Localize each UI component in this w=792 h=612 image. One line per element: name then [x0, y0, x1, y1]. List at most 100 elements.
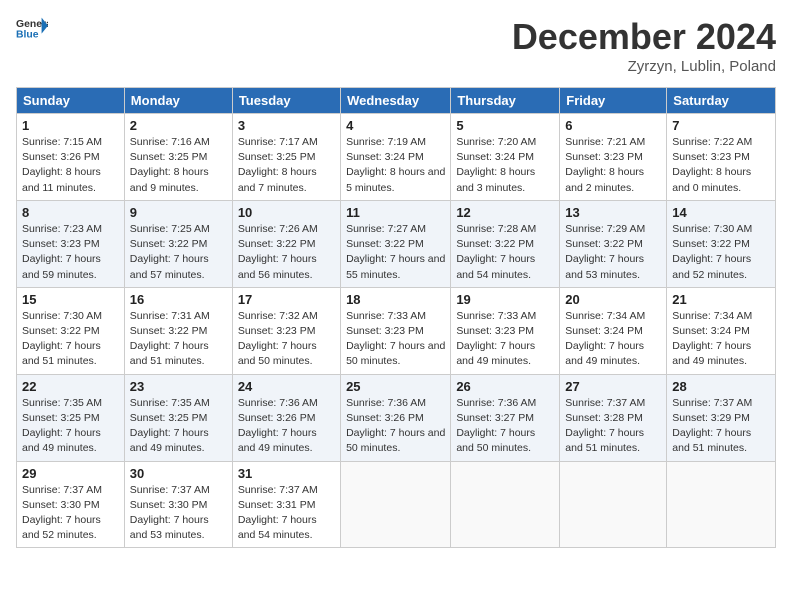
- day-number: 24: [238, 379, 335, 394]
- sunrise-text: Sunrise: 7:33 AM: [346, 310, 426, 322]
- sunrise-text: Sunrise: 7:23 AM: [22, 223, 102, 235]
- day-number: 26: [456, 379, 554, 394]
- sunrise-text: Sunrise: 7:21 AM: [565, 136, 645, 148]
- col-tuesday: Tuesday: [232, 88, 340, 114]
- day-number: 7: [672, 118, 770, 133]
- day-info: Sunrise: 7:25 AM Sunset: 3:22 PM Dayligh…: [130, 222, 227, 283]
- calendar-cell: 31 Sunrise: 7:37 AM Sunset: 3:31 PM Dayl…: [232, 461, 340, 548]
- calendar-cell: 18 Sunrise: 7:33 AM Sunset: 3:23 PM Dayl…: [341, 287, 451, 374]
- day-info: Sunrise: 7:33 AM Sunset: 3:23 PM Dayligh…: [456, 309, 554, 370]
- sunset-text: Sunset: 3:31 PM: [238, 499, 316, 511]
- day-number: 15: [22, 292, 119, 307]
- sunrise-text: Sunrise: 7:36 AM: [238, 397, 318, 409]
- calendar-week-5: 29 Sunrise: 7:37 AM Sunset: 3:30 PM Dayl…: [17, 461, 776, 548]
- sunset-text: Sunset: 3:23 PM: [22, 238, 100, 250]
- sunset-text: Sunset: 3:25 PM: [130, 412, 208, 424]
- daylight-text: Daylight: 7 hours and 57 minutes.: [130, 253, 209, 280]
- daylight-text: Daylight: 7 hours and 59 minutes.: [22, 253, 101, 280]
- sunset-text: Sunset: 3:22 PM: [672, 238, 750, 250]
- daylight-text: Daylight: 7 hours and 54 minutes.: [456, 253, 535, 280]
- daylight-text: Daylight: 8 hours and 2 minutes.: [565, 166, 644, 193]
- day-info: Sunrise: 7:34 AM Sunset: 3:24 PM Dayligh…: [672, 309, 770, 370]
- day-info: Sunrise: 7:17 AM Sunset: 3:25 PM Dayligh…: [238, 135, 335, 196]
- calendar-cell: 20 Sunrise: 7:34 AM Sunset: 3:24 PM Dayl…: [560, 287, 667, 374]
- day-number: 25: [346, 379, 445, 394]
- sunrise-text: Sunrise: 7:27 AM: [346, 223, 426, 235]
- sunrise-text: Sunrise: 7:32 AM: [238, 310, 318, 322]
- calendar-header-row: Sunday Monday Tuesday Wednesday Thursday…: [17, 88, 776, 114]
- daylight-text: Daylight: 7 hours and 51 minutes.: [130, 340, 209, 367]
- col-wednesday: Wednesday: [341, 88, 451, 114]
- sunset-text: Sunset: 3:22 PM: [565, 238, 643, 250]
- calendar-week-2: 8 Sunrise: 7:23 AM Sunset: 3:23 PM Dayli…: [17, 200, 776, 287]
- day-info: Sunrise: 7:27 AM Sunset: 3:22 PM Dayligh…: [346, 222, 445, 283]
- col-friday: Friday: [560, 88, 667, 114]
- day-info: Sunrise: 7:35 AM Sunset: 3:25 PM Dayligh…: [22, 396, 119, 457]
- sunset-text: Sunset: 3:24 PM: [672, 325, 750, 337]
- day-number: 31: [238, 466, 335, 481]
- day-info: Sunrise: 7:36 AM Sunset: 3:27 PM Dayligh…: [456, 396, 554, 457]
- daylight-text: Daylight: 7 hours and 55 minutes.: [346, 253, 445, 280]
- day-info: Sunrise: 7:37 AM Sunset: 3:28 PM Dayligh…: [565, 396, 661, 457]
- daylight-text: Daylight: 7 hours and 49 minutes.: [565, 340, 644, 367]
- daylight-text: Daylight: 7 hours and 50 minutes.: [456, 427, 535, 454]
- calendar-cell: [451, 461, 560, 548]
- day-number: 23: [130, 379, 227, 394]
- sunset-text: Sunset: 3:23 PM: [672, 151, 750, 163]
- day-info: Sunrise: 7:21 AM Sunset: 3:23 PM Dayligh…: [565, 135, 661, 196]
- daylight-text: Daylight: 7 hours and 56 minutes.: [238, 253, 317, 280]
- day-number: 5: [456, 118, 554, 133]
- calendar-week-3: 15 Sunrise: 7:30 AM Sunset: 3:22 PM Dayl…: [17, 287, 776, 374]
- sunset-text: Sunset: 3:24 PM: [456, 151, 534, 163]
- daylight-text: Daylight: 7 hours and 53 minutes.: [130, 514, 209, 541]
- svg-text:Blue: Blue: [16, 30, 39, 41]
- day-info: Sunrise: 7:20 AM Sunset: 3:24 PM Dayligh…: [456, 135, 554, 196]
- sunrise-text: Sunrise: 7:34 AM: [672, 310, 752, 322]
- calendar-cell: 19 Sunrise: 7:33 AM Sunset: 3:23 PM Dayl…: [451, 287, 560, 374]
- day-number: 14: [672, 205, 770, 220]
- calendar-cell: 28 Sunrise: 7:37 AM Sunset: 3:29 PM Dayl…: [667, 374, 776, 461]
- day-info: Sunrise: 7:19 AM Sunset: 3:24 PM Dayligh…: [346, 135, 445, 196]
- daylight-text: Daylight: 8 hours and 9 minutes.: [130, 166, 209, 193]
- col-saturday: Saturday: [667, 88, 776, 114]
- sunrise-text: Sunrise: 7:35 AM: [22, 397, 102, 409]
- sunset-text: Sunset: 3:22 PM: [456, 238, 534, 250]
- day-number: 21: [672, 292, 770, 307]
- col-thursday: Thursday: [451, 88, 560, 114]
- day-number: 9: [130, 205, 227, 220]
- page-header: General Blue December 2024 Zyrzyn, Lubli…: [16, 16, 776, 75]
- daylight-text: Daylight: 7 hours and 52 minutes.: [672, 253, 751, 280]
- day-number: 12: [456, 205, 554, 220]
- daylight-text: Daylight: 8 hours and 0 minutes.: [672, 166, 751, 193]
- calendar-cell: 6 Sunrise: 7:21 AM Sunset: 3:23 PM Dayli…: [560, 114, 667, 201]
- calendar-cell: 4 Sunrise: 7:19 AM Sunset: 3:24 PM Dayli…: [341, 114, 451, 201]
- day-number: 8: [22, 205, 119, 220]
- sunset-text: Sunset: 3:23 PM: [456, 325, 534, 337]
- calendar-cell: 26 Sunrise: 7:36 AM Sunset: 3:27 PM Dayl…: [451, 374, 560, 461]
- day-info: Sunrise: 7:16 AM Sunset: 3:25 PM Dayligh…: [130, 135, 227, 196]
- day-number: 22: [22, 379, 119, 394]
- sunrise-text: Sunrise: 7:36 AM: [456, 397, 536, 409]
- daylight-text: Daylight: 7 hours and 53 minutes.: [565, 253, 644, 280]
- day-info: Sunrise: 7:34 AM Sunset: 3:24 PM Dayligh…: [565, 309, 661, 370]
- calendar-cell: 24 Sunrise: 7:36 AM Sunset: 3:26 PM Dayl…: [232, 374, 340, 461]
- sunset-text: Sunset: 3:25 PM: [238, 151, 316, 163]
- sunset-text: Sunset: 3:30 PM: [22, 499, 100, 511]
- sunset-text: Sunset: 3:23 PM: [238, 325, 316, 337]
- day-number: 11: [346, 205, 445, 220]
- day-number: 13: [565, 205, 661, 220]
- sunrise-text: Sunrise: 7:37 AM: [238, 484, 318, 496]
- day-number: 3: [238, 118, 335, 133]
- calendar-cell: 25 Sunrise: 7:36 AM Sunset: 3:26 PM Dayl…: [341, 374, 451, 461]
- logo: General Blue: [16, 16, 48, 44]
- sunrise-text: Sunrise: 7:30 AM: [672, 223, 752, 235]
- calendar-week-4: 22 Sunrise: 7:35 AM Sunset: 3:25 PM Dayl…: [17, 374, 776, 461]
- day-info: Sunrise: 7:36 AM Sunset: 3:26 PM Dayligh…: [238, 396, 335, 457]
- sunrise-text: Sunrise: 7:37 AM: [565, 397, 645, 409]
- day-number: 20: [565, 292, 661, 307]
- calendar-cell: 16 Sunrise: 7:31 AM Sunset: 3:22 PM Dayl…: [124, 287, 232, 374]
- sunrise-text: Sunrise: 7:28 AM: [456, 223, 536, 235]
- sunrise-text: Sunrise: 7:34 AM: [565, 310, 645, 322]
- calendar-cell: 17 Sunrise: 7:32 AM Sunset: 3:23 PM Dayl…: [232, 287, 340, 374]
- sunrise-text: Sunrise: 7:19 AM: [346, 136, 426, 148]
